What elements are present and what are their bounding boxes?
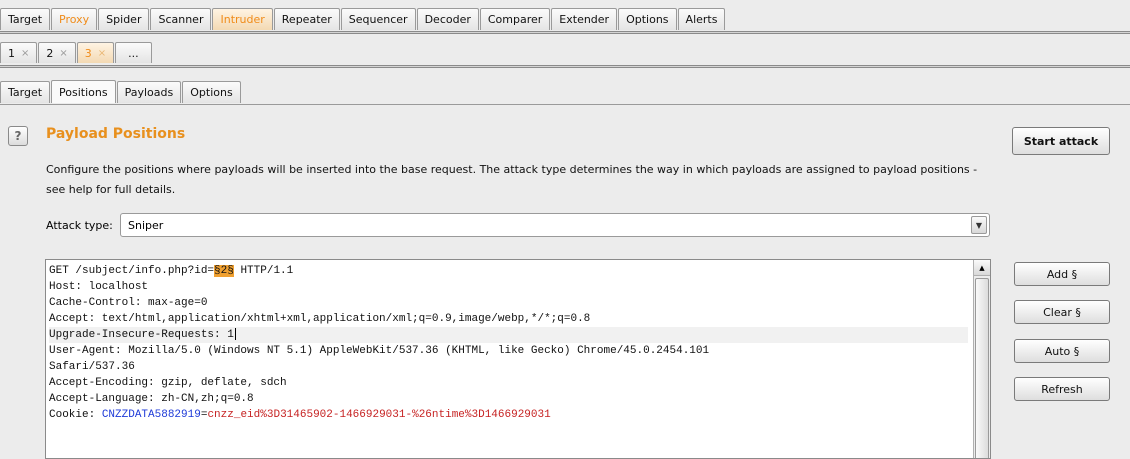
attack-tab-3[interactable]: 3 ×: [76, 42, 115, 63]
main-tab-divider: [0, 31, 1130, 34]
attack-tab-divider: [0, 65, 1130, 68]
tab-proxy[interactable]: Proxy: [51, 8, 98, 30]
inner-tab-target[interactable]: Target: [0, 81, 51, 103]
inner-tab-options[interactable]: Options: [182, 81, 241, 103]
scroll-up-icon[interactable]: ▲: [974, 260, 990, 276]
add-marker-button[interactable]: Add §: [1014, 262, 1110, 286]
header-accept: Accept: text/html,application/xhtml+xml,…: [49, 313, 591, 325]
header-user-agent-cont: Safari/537.36: [49, 361, 135, 373]
section-description: Configure the positions where payloads w…: [46, 163, 978, 196]
auto-markers-button[interactable]: Auto §: [1014, 339, 1110, 363]
help-icon[interactable]: ?: [8, 126, 28, 146]
header-cookie: Cookie: CNZZDATA5882919=cnzz_eid%3D31465…: [49, 409, 551, 421]
attack-tab-label: 2: [46, 46, 54, 60]
attack-tab-bar: 1 × 2 × 3 × ...: [0, 42, 153, 63]
main-tab-bar: Target Proxy Spider Scanner Intruder Rep…: [0, 8, 726, 30]
tab-scanner[interactable]: Scanner: [150, 8, 212, 30]
inner-tab-divider: [0, 104, 1130, 105]
tab-options[interactable]: Options: [618, 8, 677, 30]
inner-tab-bar: Target Positions Payloads Options: [0, 80, 242, 103]
tab-decoder[interactable]: Decoder: [416, 8, 479, 30]
close-icon[interactable]: ×: [59, 48, 67, 59]
dropdown-arrow-icon[interactable]: ▼: [971, 216, 987, 234]
inner-tab-payloads[interactable]: Payloads: [116, 81, 182, 103]
vertical-scrollbar[interactable]: ▲: [973, 260, 990, 458]
refresh-button[interactable]: Refresh: [1014, 377, 1110, 401]
payload-marker[interactable]: §2§: [214, 265, 234, 277]
request-line: GET /subject/info.php?id=§2§ HTTP/1.1: [49, 265, 294, 277]
tab-alerts[interactable]: Alerts: [677, 8, 726, 30]
attack-type-label: Attack type:: [46, 219, 113, 232]
request-editor[interactable]: GET /subject/info.php?id=§2§ HTTP/1.1 Ho…: [45, 259, 991, 459]
tab-intruder[interactable]: Intruder: [212, 8, 273, 30]
header-accept-encoding: Accept-Encoding: gzip, deflate, sdch: [49, 377, 287, 389]
header-cache-control: Cache-Control: max-age=0: [49, 297, 208, 309]
tab-target[interactable]: Target: [0, 8, 51, 30]
attack-tab-label: 3: [84, 46, 92, 60]
section-title: Payload Positions: [46, 126, 186, 142]
clear-markers-button[interactable]: Clear §: [1014, 300, 1110, 324]
tab-repeater[interactable]: Repeater: [273, 8, 340, 30]
tab-comparer[interactable]: Comparer: [479, 8, 551, 30]
tab-spider[interactable]: Spider: [98, 8, 150, 30]
close-icon[interactable]: ×: [21, 48, 29, 59]
attack-tab-1[interactable]: 1 ×: [0, 42, 38, 63]
attack-tab-2[interactable]: 2 ×: [38, 42, 76, 63]
inner-tab-positions[interactable]: Positions: [51, 80, 116, 103]
header-host: Host: localhost: [49, 281, 149, 293]
new-attack-tab[interactable]: ...: [115, 42, 152, 63]
scroll-thumb[interactable]: [975, 278, 989, 458]
text-caret: [234, 328, 236, 341]
attack-tab-label: 1: [8, 46, 15, 60]
attack-type-select[interactable]: Sniper ▼: [120, 213, 990, 237]
close-icon[interactable]: ×: [98, 48, 106, 59]
header-user-agent: User-Agent: Mozilla/5.0 (Windows NT 5.1)…: [49, 345, 710, 357]
tab-sequencer[interactable]: Sequencer: [340, 8, 416, 30]
start-attack-button[interactable]: Start attack: [1012, 127, 1110, 155]
attack-type-value: Sniper: [128, 218, 164, 232]
header-accept-language: Accept-Language: zh-CN,zh;q=0.8: [49, 393, 254, 405]
tab-extender[interactable]: Extender: [551, 8, 618, 30]
header-upgrade: Upgrade-Insecure-Requests: 1: [49, 327, 968, 343]
